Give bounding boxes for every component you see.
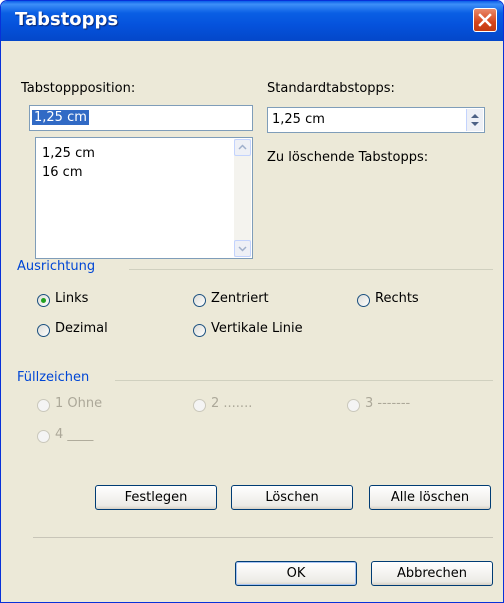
spin-arrows-icon [471,114,479,126]
to-delete-label: Zu löschende Tabstopps: [267,150,429,165]
ok-button[interactable]: OK [235,561,357,586]
divider [129,269,493,270]
spin-buttons[interactable] [466,109,483,131]
set-button[interactable]: Festlegen [95,485,217,510]
close-button[interactable] [473,8,497,32]
radio-zentriert[interactable] [193,294,206,307]
radio-leader-4[interactable] [37,430,50,443]
tab-position-list[interactable]: 1,25 cm 16 cm [35,137,253,259]
list-item[interactable]: 1,25 cm [42,146,95,161]
radio-leader-3[interactable] [347,399,360,412]
tab-position-input[interactable]: 1,25 cm [29,105,253,131]
radio-leader-2[interactable] [193,399,206,412]
radio-zentriert-label[interactable]: Zentriert [211,291,269,306]
radio-leader-3-label[interactable]: 3 ------- [365,396,410,411]
radio-leader-4-label[interactable]: 4 ____ [55,427,93,442]
radio-leader-1[interactable] [37,399,50,412]
radio-dezimal[interactable] [37,324,50,337]
radio-links[interactable] [37,294,50,307]
tab-position-value: 1,25 cm [32,110,89,125]
radio-rechts[interactable] [357,294,370,307]
tabstopps-dialog: Tabstopps Tabstoppposition: 1,25 cm 1,25… [0,0,504,603]
radio-leader-1-label[interactable]: 1 Ohne [55,396,102,411]
list-item[interactable]: 16 cm [42,165,83,180]
default-tabs-value: 1,25 cm [272,112,325,127]
alignment-group-label: Ausrichtung [17,259,96,274]
radio-dezimal-label[interactable]: Dezimal [55,321,108,336]
leader-group-label: Füllzeichen [17,370,90,385]
divider [115,380,493,381]
list-scrollbar[interactable] [234,139,251,257]
scroll-up-button[interactable] [234,139,251,156]
radio-vertikale-linie[interactable] [193,324,206,337]
radio-selected-dot [41,298,46,303]
radio-vertikale-linie-label[interactable]: Vertikale Linie [211,321,303,336]
clear-all-button[interactable]: Alle löschen [369,485,491,510]
tab-position-label: Tabstoppposition: [21,81,136,96]
close-icon [478,13,492,27]
cancel-button[interactable]: Abbrechen [371,561,493,586]
dialog-title: Tabstopps [15,9,119,30]
radio-rechts-label[interactable]: Rechts [375,291,419,306]
chevron-down-icon [238,246,247,252]
default-tabs-label: Standardtabstopps: [267,81,395,96]
dialog-body: Tabstoppposition: 1,25 cm 1,25 cm 16 cm … [5,41,499,598]
default-tabs-spinner[interactable]: 1,25 cm [267,107,485,133]
divider [33,537,493,538]
scroll-down-button[interactable] [234,240,251,257]
radio-links-label[interactable]: Links [55,291,88,306]
title-bar: Tabstopps [1,1,503,41]
chevron-up-icon [238,144,247,150]
clear-button[interactable]: Löschen [231,485,353,510]
radio-leader-2-label[interactable]: 2 ....... [211,396,252,411]
